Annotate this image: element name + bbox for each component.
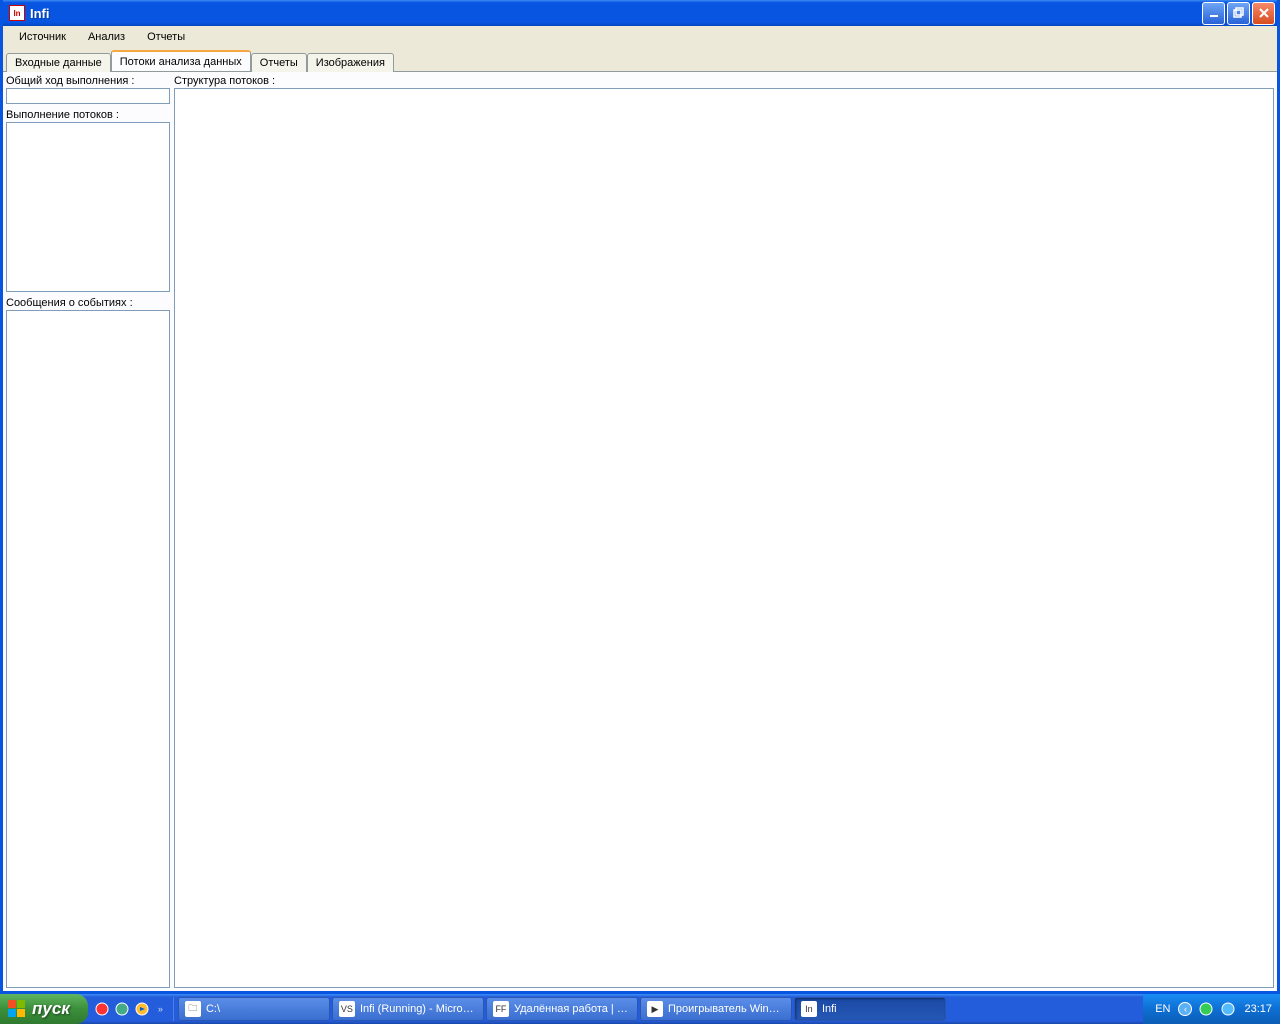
window-controls	[1202, 2, 1275, 25]
maximize-button[interactable]	[1227, 2, 1250, 25]
window-title: Infi	[30, 6, 1202, 21]
tab-analysis-threads[interactable]: Потоки анализа данных	[111, 50, 251, 71]
structure-label: Структура потоков :	[174, 74, 1274, 88]
structure-panel	[174, 88, 1274, 988]
menu-analysis[interactable]: Анализ	[78, 29, 135, 45]
task-label: Infi (Running) - Micro…	[360, 1003, 474, 1015]
folder-icon: 🗀	[185, 1001, 201, 1017]
close-button[interactable]	[1252, 2, 1275, 25]
content-area: Общий ход выполнения : Выполнение потоко…	[3, 71, 1277, 991]
tray-icon-2[interactable]	[1220, 1001, 1236, 1017]
menubar: Источник Анализ Отчеты	[3, 26, 1277, 48]
app-icon: In	[9, 5, 25, 21]
events-panel	[6, 310, 170, 988]
menu-source[interactable]: Источник	[9, 29, 76, 45]
app-icon: In	[801, 1001, 817, 1017]
tabstrip: Входные данные Потоки анализа данных Отч…	[3, 48, 1277, 71]
right-panel: Структура потоков :	[174, 74, 1274, 988]
task-mediaplayer[interactable]: ▶ Проигрыватель Win…	[640, 997, 792, 1021]
thread-exec-label: Выполнение потоков :	[6, 108, 170, 122]
task-firefox[interactable]: FF Удалённая работа | …	[486, 997, 638, 1021]
minimize-icon	[1208, 7, 1220, 19]
events-label: Сообщения о событиях :	[6, 296, 170, 310]
tray-icon-1[interactable]	[1198, 1001, 1214, 1017]
visualstudio-icon: VS	[339, 1001, 355, 1017]
quick-launch-icon-3[interactable]	[134, 1001, 150, 1017]
task-label: Проигрыватель Win…	[668, 1003, 780, 1015]
firefox-icon: FF	[493, 1001, 509, 1017]
start-label: пуск	[32, 999, 70, 1019]
taskbar: пуск » 🗀 C:\ VS Infi (Running) - Micro… …	[0, 994, 1280, 1024]
tab-images[interactable]: Изображения	[307, 53, 394, 72]
overall-progress-bar	[6, 88, 170, 104]
mediaplayer-icon: ▶	[647, 1001, 663, 1017]
language-indicator[interactable]: EN	[1153, 1003, 1172, 1015]
system-tray: EN ‹ 23:17	[1143, 994, 1280, 1024]
overall-progress-label: Общий ход выполнения :	[6, 74, 170, 88]
close-icon	[1258, 7, 1270, 19]
titlebar[interactable]: In Infi	[3, 0, 1277, 26]
start-button[interactable]: пуск	[0, 994, 88, 1024]
taskbar-clock[interactable]: 23:17	[1242, 1003, 1272, 1015]
tab-input-data[interactable]: Входные данные	[6, 53, 111, 72]
quick-launch-expand[interactable]: »	[154, 1004, 167, 1014]
maximize-icon	[1233, 7, 1245, 19]
quick-launch: »	[88, 997, 174, 1021]
taskbar-tasks: 🗀 C:\ VS Infi (Running) - Micro… FF Удал…	[174, 996, 1143, 1022]
left-panel: Общий ход выполнения : Выполнение потоко…	[6, 74, 170, 988]
task-label: Удалённая работа | …	[514, 1003, 628, 1015]
tab-reports[interactable]: Отчеты	[251, 53, 307, 72]
windows-logo-icon	[8, 1000, 26, 1018]
app-window: In Infi Источник Анализ Отчеты Входные д…	[0, 0, 1280, 994]
quick-launch-icon-1[interactable]	[94, 1001, 110, 1017]
thread-exec-panel	[6, 122, 170, 292]
task-visualstudio[interactable]: VS Infi (Running) - Micro…	[332, 997, 484, 1021]
task-infi[interactable]: In Infi	[794, 997, 946, 1021]
tray-expand-icon[interactable]: ‹	[1178, 1002, 1192, 1016]
quick-launch-icon-2[interactable]	[114, 1001, 130, 1017]
menu-reports[interactable]: Отчеты	[137, 29, 195, 45]
task-label: C:\	[206, 1003, 220, 1015]
task-explorer[interactable]: 🗀 C:\	[178, 997, 330, 1021]
task-label: Infi	[822, 1003, 837, 1015]
minimize-button[interactable]	[1202, 2, 1225, 25]
